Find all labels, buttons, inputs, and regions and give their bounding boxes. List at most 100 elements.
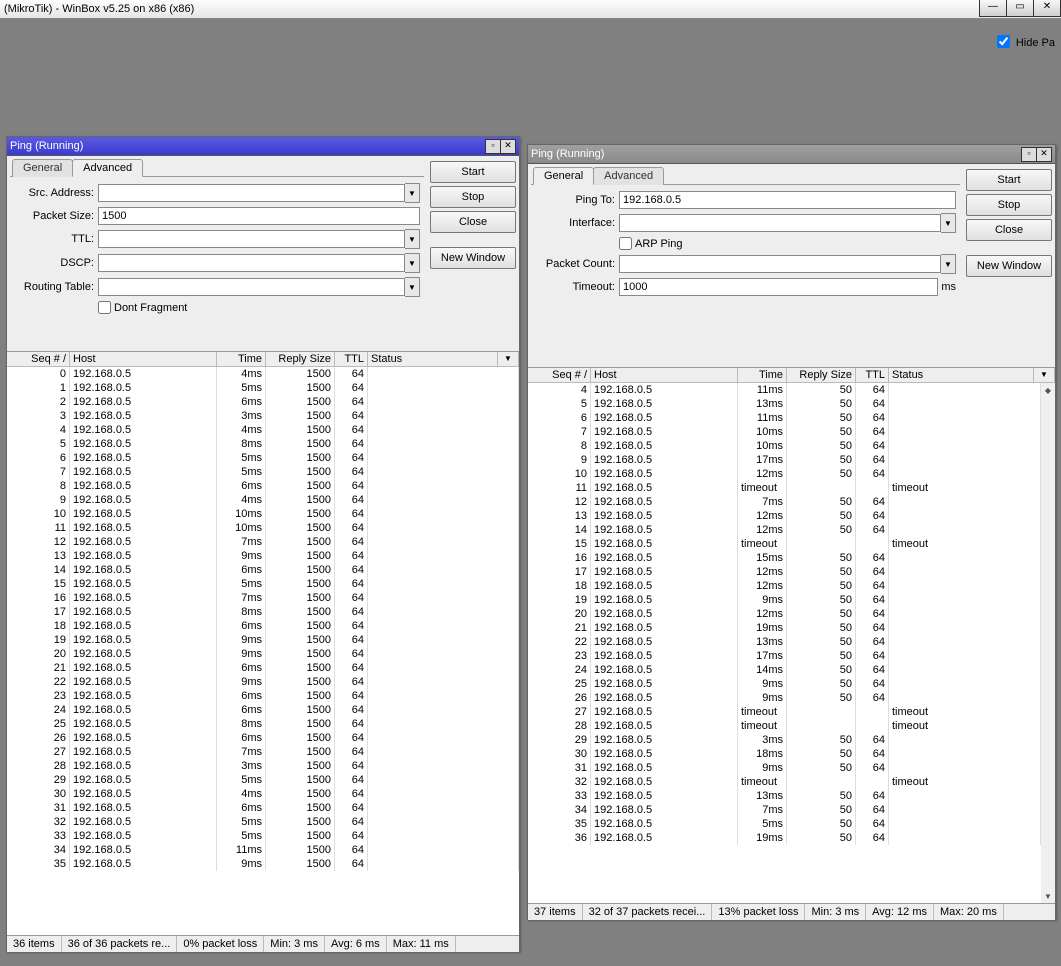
col-time[interactable]: Time xyxy=(217,352,266,366)
table-row[interactable]: 1192.168.0.55ms150064 xyxy=(7,381,519,395)
interface-input[interactable] xyxy=(619,214,941,232)
col-ttl[interactable]: TTL xyxy=(856,368,889,382)
table-row[interactable]: 26192.168.0.59ms5064 xyxy=(528,691,1041,705)
table-row[interactable]: 25192.168.0.59ms5064 xyxy=(528,677,1041,691)
table-row[interactable]: 14192.168.0.56ms150064 xyxy=(7,563,519,577)
table-row[interactable]: 11192.168.0.5timeouttimeout xyxy=(528,481,1041,495)
start-button[interactable]: Start xyxy=(430,161,516,183)
table-row[interactable]: 17192.168.0.512ms5064 xyxy=(528,565,1041,579)
tab-general[interactable]: General xyxy=(533,167,594,185)
table-row[interactable]: 35192.168.0.59ms150064 xyxy=(7,857,519,871)
maximize-button[interactable]: ▭ xyxy=(1006,0,1034,17)
tab-advanced[interactable]: Advanced xyxy=(593,167,664,185)
col-time[interactable]: Time xyxy=(738,368,787,382)
table-row[interactable]: 33192.168.0.513ms5064 xyxy=(528,789,1041,803)
tab-general[interactable]: General xyxy=(12,159,73,177)
packet-size-input[interactable] xyxy=(98,207,420,225)
table-row[interactable]: 28192.168.0.53ms150064 xyxy=(7,759,519,773)
table-row[interactable]: 27192.168.0.57ms150064 xyxy=(7,745,519,759)
arp-ping-checkbox[interactable] xyxy=(619,237,632,250)
table-row[interactable]: 9192.168.0.517ms5064 xyxy=(528,453,1041,467)
table-row[interactable]: 23192.168.0.56ms150064 xyxy=(7,689,519,703)
table-row[interactable]: 21192.168.0.56ms150064 xyxy=(7,661,519,675)
col-seq[interactable]: Seq # / xyxy=(7,352,70,366)
col-status[interactable]: Status xyxy=(889,368,1055,382)
close-button[interactable]: Close xyxy=(966,219,1052,241)
table-row[interactable]: 32192.168.0.5timeouttimeout xyxy=(528,775,1041,789)
table-row[interactable]: 20192.168.0.512ms5064 xyxy=(528,607,1041,621)
col-reply[interactable]: Reply Size xyxy=(266,352,335,366)
hide-panel-checkbox[interactable] xyxy=(997,35,1010,48)
col-reply[interactable]: Reply Size xyxy=(787,368,856,382)
scrollbar[interactable]: ◆ ▼ xyxy=(1041,383,1055,903)
dropdown-icon[interactable]: ▼ xyxy=(941,213,956,233)
table-row[interactable]: 36192.168.0.519ms5064 xyxy=(528,831,1041,845)
table-row[interactable]: 0192.168.0.54ms150064 xyxy=(7,367,519,381)
table-row[interactable]: 33192.168.0.55ms150064 xyxy=(7,829,519,843)
table-row[interactable]: 34192.168.0.511ms150064 xyxy=(7,843,519,857)
scroll-down-icon[interactable]: ▼ xyxy=(1041,889,1055,903)
header-dropdown-icon[interactable]: ▼ xyxy=(497,352,519,366)
dscp-input[interactable] xyxy=(98,254,405,272)
header-dropdown-icon[interactable]: ▼ xyxy=(1033,368,1055,382)
table-row[interactable]: 5192.168.0.513ms5064 xyxy=(528,397,1041,411)
table-row[interactable]: 35192.168.0.55ms5064 xyxy=(528,817,1041,831)
scroll-up-icon[interactable]: ◆ xyxy=(1041,383,1055,397)
start-button[interactable]: Start xyxy=(966,169,1052,191)
table-row[interactable]: 26192.168.0.56ms150064 xyxy=(7,731,519,745)
table-row[interactable]: 31192.168.0.56ms150064 xyxy=(7,801,519,815)
col-host[interactable]: Host xyxy=(591,368,738,382)
table-row[interactable]: 14192.168.0.512ms5064 xyxy=(528,523,1041,537)
table-row[interactable]: 18192.168.0.56ms150064 xyxy=(7,619,519,633)
table-row[interactable]: 29192.168.0.53ms5064 xyxy=(528,733,1041,747)
table-row[interactable]: 6192.168.0.511ms5064 xyxy=(528,411,1041,425)
table-row[interactable]: 19192.168.0.59ms5064 xyxy=(528,593,1041,607)
col-ttl[interactable]: TTL xyxy=(335,352,368,366)
table-row[interactable]: 20192.168.0.59ms150064 xyxy=(7,647,519,661)
window2-minimize-icon[interactable]: ▫ xyxy=(1021,147,1037,162)
table-row[interactable]: 30192.168.0.54ms150064 xyxy=(7,787,519,801)
table-row[interactable]: 8192.168.0.56ms150064 xyxy=(7,479,519,493)
new-window-button[interactable]: New Window xyxy=(966,255,1052,277)
ping-to-input[interactable] xyxy=(619,191,956,209)
routing-table-input[interactable] xyxy=(98,278,405,296)
ttl-input[interactable] xyxy=(98,230,405,248)
table-row[interactable]: 18192.168.0.512ms5064 xyxy=(528,579,1041,593)
dropdown-icon[interactable]: ▼ xyxy=(405,183,420,203)
src-address-input[interactable] xyxy=(98,184,405,202)
packet-count-input[interactable] xyxy=(619,255,941,273)
timeout-input[interactable] xyxy=(619,278,938,296)
table-row[interactable]: 15192.168.0.5timeouttimeout xyxy=(528,537,1041,551)
table-row[interactable]: 8192.168.0.510ms5064 xyxy=(528,439,1041,453)
window1-titlebar[interactable]: Ping (Running) ▫ ✕ xyxy=(7,137,519,156)
table-row[interactable]: 12192.168.0.57ms150064 xyxy=(7,535,519,549)
table-row[interactable]: 30192.168.0.518ms5064 xyxy=(528,747,1041,761)
table-row[interactable]: 17192.168.0.58ms150064 xyxy=(7,605,519,619)
window2-close-icon[interactable]: ✕ xyxy=(1036,147,1052,162)
window1-minimize-icon[interactable]: ▫ xyxy=(485,139,501,154)
table-row[interactable]: 24192.168.0.514ms5064 xyxy=(528,663,1041,677)
table-row[interactable]: 28192.168.0.5timeouttimeout xyxy=(528,719,1041,733)
table-row[interactable]: 5192.168.0.58ms150064 xyxy=(7,437,519,451)
dropdown-icon[interactable]: ▼ xyxy=(405,229,420,249)
col-host[interactable]: Host xyxy=(70,352,217,366)
table-row[interactable]: 27192.168.0.5timeouttimeout xyxy=(528,705,1041,719)
window2-titlebar[interactable]: Ping (Running) ▫ ✕ xyxy=(528,145,1055,164)
new-window-button[interactable]: New Window xyxy=(430,247,516,269)
table-row[interactable]: 22192.168.0.59ms150064 xyxy=(7,675,519,689)
table-row[interactable]: 16192.168.0.57ms150064 xyxy=(7,591,519,605)
table-row[interactable]: 6192.168.0.55ms150064 xyxy=(7,451,519,465)
table-row[interactable]: 7192.168.0.55ms150064 xyxy=(7,465,519,479)
table-row[interactable]: 10192.168.0.510ms150064 xyxy=(7,507,519,521)
stop-button[interactable]: Stop xyxy=(966,194,1052,216)
stop-button[interactable]: Stop xyxy=(430,186,516,208)
table-row[interactable]: 19192.168.0.59ms150064 xyxy=(7,633,519,647)
table-row[interactable]: 10192.168.0.512ms5064 xyxy=(528,467,1041,481)
table-row[interactable]: 7192.168.0.510ms5064 xyxy=(528,425,1041,439)
tab-advanced[interactable]: Advanced xyxy=(72,159,143,177)
minimize-button[interactable]: — xyxy=(979,0,1007,17)
table-row[interactable]: 13192.168.0.59ms150064 xyxy=(7,549,519,563)
table-row[interactable]: 2192.168.0.56ms150064 xyxy=(7,395,519,409)
table-row[interactable]: 3192.168.0.53ms150064 xyxy=(7,409,519,423)
table-row[interactable]: 22192.168.0.513ms5064 xyxy=(528,635,1041,649)
